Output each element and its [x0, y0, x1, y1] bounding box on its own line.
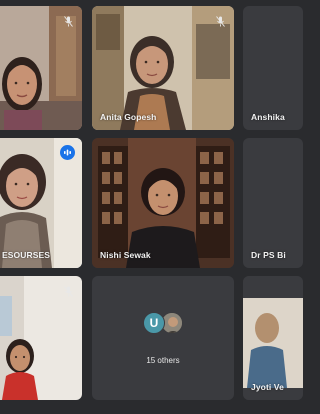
participant-name: Dr PS Bi — [251, 250, 286, 260]
participant-tile-3[interactable]: Anshika — [243, 6, 303, 130]
participant-tile-9[interactable]: Jyoti Ve — [243, 276, 303, 400]
participant-grid: Anita Gopesh Anshika ESOURSES Nishi Sewa… — [0, 0, 303, 414]
mic-off-icon — [64, 16, 73, 27]
participant-name: ESOURSES — [2, 250, 51, 260]
mic-off-icon — [216, 16, 225, 27]
participant-name: Nishi Sewak — [100, 250, 151, 260]
participant-tile-7[interactable] — [0, 276, 82, 400]
participant-tile-1[interactable] — [0, 6, 82, 130]
participant-tile-4[interactable]: ESOURSES — [0, 138, 82, 268]
participant-name: Anita Gopesh — [100, 112, 157, 122]
participant-tile-2[interactable]: Anita Gopesh — [92, 6, 234, 130]
participant-name: Anshika — [251, 112, 285, 122]
others-avatars: U — [92, 312, 234, 334]
mic-off-icon — [64, 286, 73, 297]
avatar: U — [143, 312, 165, 334]
others-count-label: 15 others — [146, 356, 180, 365]
participant-tile-6[interactable]: Dr PS Bi — [243, 138, 303, 268]
video-feed — [92, 138, 234, 268]
participant-name: Jyoti Ve — [251, 382, 284, 392]
participant-tile-5[interactable]: Nishi Sewak — [92, 138, 234, 268]
audio-wave-icon — [60, 145, 75, 160]
others-tile[interactable]: U 15 others — [92, 276, 234, 400]
